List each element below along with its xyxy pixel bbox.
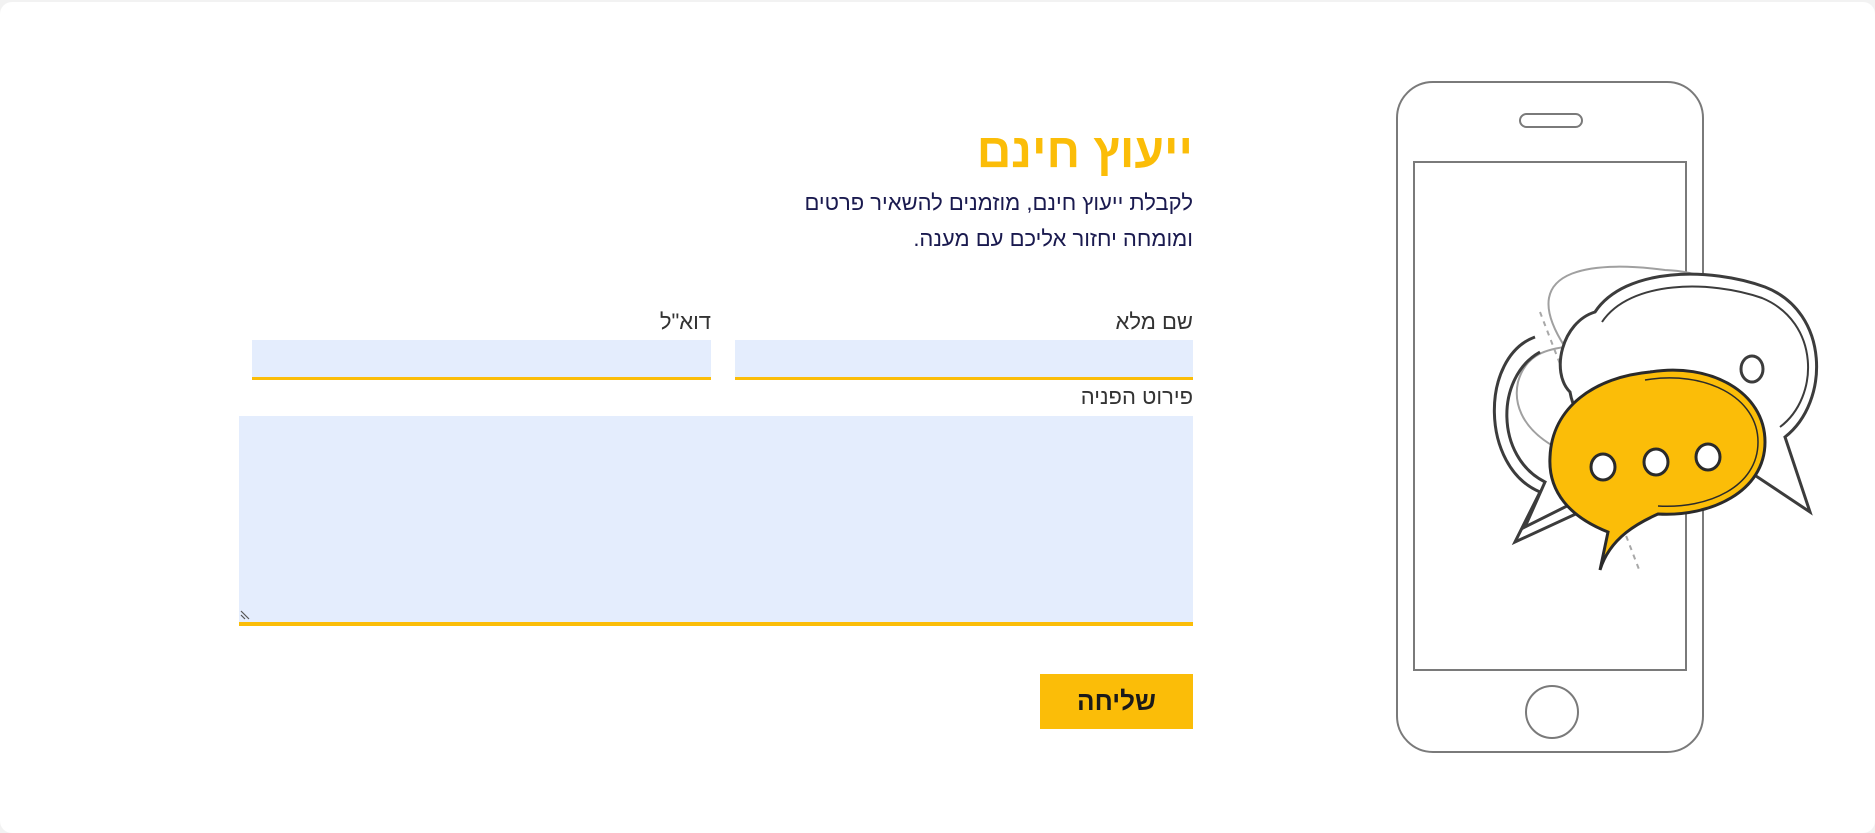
email-label: דוא"ל [659,309,711,334]
phone-chat-illustration [1396,81,1819,753]
full-name-input[interactable] [735,340,1193,380]
resize-grip-icon[interactable] [240,608,252,620]
page-title: ייעוץ חינם [976,125,1193,178]
form-subtitle: לקבלת ייעוץ חינם, מוזמנים להשאיר פרטים ו… [804,190,1193,251]
details-textarea[interactable] [239,416,1193,626]
chat-bubbles-icon [1492,265,1819,573]
submit-button[interactable]: שליחה [1040,674,1193,729]
full-name-label: שם מלא [1115,309,1193,334]
details-label: פירוט הפניה [1080,384,1193,409]
consultation-card: ייעוץ חינם לקבלת ייעוץ חינם, מוזמנים להש… [0,2,1875,833]
email-input[interactable] [252,340,711,380]
